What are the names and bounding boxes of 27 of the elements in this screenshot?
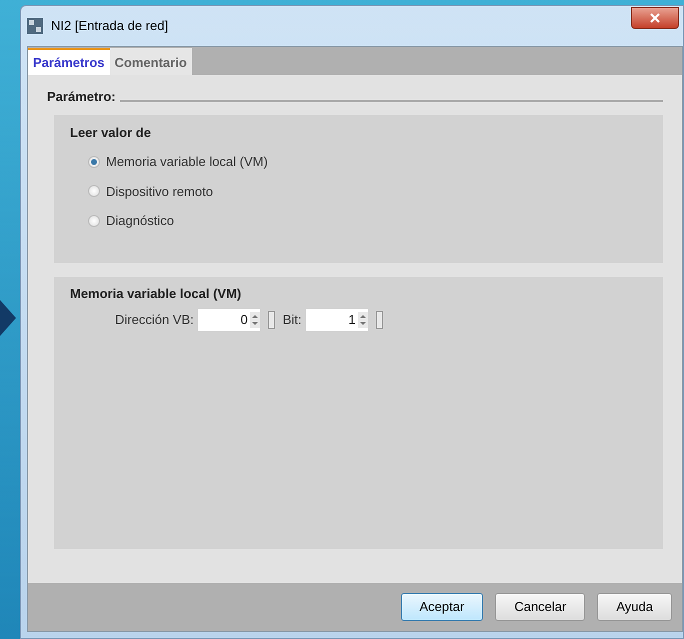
spin-field[interactable]: 1 xyxy=(306,309,368,331)
spinner-arrows-icon[interactable] xyxy=(250,312,260,328)
dialog-button[interactable]: Cancelar xyxy=(495,593,586,621)
field-label: Dirección VB: xyxy=(115,311,194,330)
dialog-button[interactable]: Aceptar xyxy=(400,593,484,621)
bracket-icon xyxy=(376,311,383,329)
radio-option[interactable]: Dispositivo remoto xyxy=(88,182,647,201)
radio-button[interactable] xyxy=(88,185,100,198)
app-icon xyxy=(27,18,43,34)
radio-button[interactable] xyxy=(88,156,100,168)
group-title: Leer valor de xyxy=(70,124,152,142)
spinner-arrows-icon[interactable] xyxy=(358,312,368,328)
tab[interactable]: Parámetros xyxy=(28,48,110,75)
close-button[interactable] xyxy=(631,7,679,29)
spin-field[interactable]: 0 xyxy=(198,309,260,331)
window-title: NI2 [Entrada de red] xyxy=(51,17,170,36)
bracket-icon xyxy=(268,311,275,329)
dialog-button[interactable]: Ayuda xyxy=(597,593,672,621)
field-label: Bit: xyxy=(282,311,302,330)
close-icon xyxy=(650,13,660,23)
radio-option[interactable]: Memoria variable local (VM) xyxy=(88,152,647,172)
radio-button[interactable] xyxy=(88,214,100,227)
section-title: Parámetro: xyxy=(47,88,116,106)
group-title: Memoria variable local (VM) xyxy=(70,284,242,303)
tab[interactable]: Comentario xyxy=(110,48,192,75)
arrow-icon xyxy=(0,300,16,336)
radio-option[interactable]: Diagnóstico xyxy=(88,211,647,230)
